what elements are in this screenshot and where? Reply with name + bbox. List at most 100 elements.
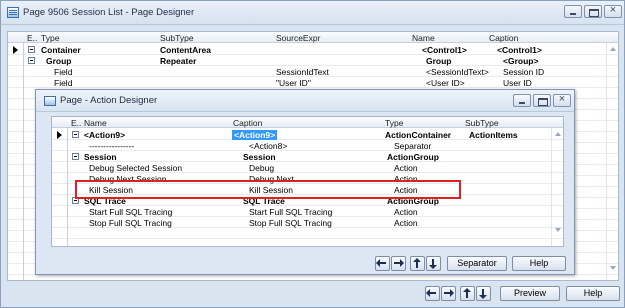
row-selector[interactable] <box>8 154 24 165</box>
row-selector[interactable] <box>52 140 68 151</box>
col-header-type[interactable]: Type <box>41 33 59 43</box>
cell-name[interactable]: Session <box>84 152 117 162</box>
cell-name[interactable]: Stop Full SQL Tracing <box>89 218 172 228</box>
row-selector[interactable] <box>52 184 68 195</box>
cell-name[interactable]: ---------------- <box>89 141 134 151</box>
cell-type[interactable]: Separator <box>394 141 431 151</box>
cell-type[interactable]: Group <box>46 56 72 66</box>
row-selector[interactable] <box>8 99 24 110</box>
cell-subtype[interactable]: ActionItems <box>469 130 518 140</box>
row-selector[interactable] <box>8 88 24 99</box>
cell-caption[interactable]: Session ID <box>503 67 544 77</box>
move-left-button[interactable] <box>375 256 390 271</box>
row-selector[interactable] <box>8 77 24 88</box>
row-selector[interactable] <box>8 66 24 77</box>
scroll-down-icon[interactable] <box>610 266 616 270</box>
cell-type[interactable]: Action <box>394 163 418 173</box>
cell-name[interactable]: Debug Selected Session <box>89 163 182 173</box>
cell-name[interactable]: Group <box>426 56 452 66</box>
vertical-scrollbar[interactable] <box>606 43 618 280</box>
close-button[interactable]: × <box>553 93 571 107</box>
row-selector[interactable] <box>8 143 24 154</box>
action-row[interactable]: ---------------- <Action8> Separator <box>52 140 563 151</box>
separator-button[interactable]: Separator <box>447 256 507 271</box>
table-row[interactable]: Group Repeater Group <Group> <box>8 55 618 66</box>
scroll-down-icon[interactable] <box>555 228 561 232</box>
cell-name[interactable]: <SessionIdText> <box>426 67 489 77</box>
move-left-button[interactable] <box>425 286 440 301</box>
table-row[interactable]: Field SessionIdText <SessionIdText> Session… <box>8 66 618 77</box>
col-header-e[interactable]: E.. <box>27 33 37 43</box>
cell-type[interactable]: ActionContainer <box>385 130 451 140</box>
row-selector[interactable] <box>8 209 24 220</box>
action-row[interactable]: Session Session ActionGroup <box>52 151 563 162</box>
scroll-up-icon[interactable] <box>555 132 561 136</box>
col-header-caption[interactable]: Caption <box>233 118 262 128</box>
row-selector[interactable] <box>8 121 24 132</box>
move-right-button[interactable] <box>391 256 406 271</box>
row-selector[interactable] <box>8 165 24 176</box>
row-selector[interactable] <box>8 44 24 55</box>
cell-caption[interactable]: Stop Full SQL Tracing <box>249 218 332 228</box>
action-designer-titlebar[interactable]: Page - Action Designer × <box>36 90 574 112</box>
col-header-caption[interactable]: Caption <box>489 33 518 43</box>
cell-name[interactable]: <Control1> <box>422 45 467 55</box>
row-selector[interactable] <box>8 187 24 198</box>
action-row[interactable]: Start Full SQL Tracing Start Full SQL Tra… <box>52 206 563 217</box>
cell-source[interactable]: "User ID" <box>276 78 311 88</box>
vertical-scrollbar[interactable] <box>551 128 563 246</box>
row-selector[interactable] <box>8 176 24 187</box>
cell-caption[interactable]: Session <box>243 152 276 162</box>
row-selector[interactable] <box>8 198 24 209</box>
cell-caption[interactable]: <Control1> <box>497 45 542 55</box>
collapse-icon[interactable] <box>72 131 79 138</box>
minimize-button[interactable] <box>564 5 582 18</box>
col-header-subtype[interactable]: SubType <box>160 33 194 43</box>
collapse-icon[interactable] <box>28 46 35 53</box>
col-header-sourceexpr[interactable]: SourceExpr <box>276 33 320 43</box>
collapse-icon[interactable] <box>72 153 79 160</box>
row-selector[interactable] <box>52 217 68 228</box>
row-selector[interactable] <box>8 253 24 264</box>
table-row[interactable]: Container ContentArea <Control1> <Control1> <box>8 44 618 55</box>
row-selector[interactable] <box>8 110 24 121</box>
row-selector[interactable] <box>52 162 68 173</box>
action-row[interactable]: <Action9> <Action9> ActionContainer ActionI… <box>52 129 563 140</box>
cell-caption[interactable]: Start Full SQL Tracing <box>249 207 332 217</box>
cell-subtype[interactable]: Repeater <box>160 56 196 66</box>
cell-type[interactable]: Action <box>394 218 418 228</box>
cell-caption[interactable]: <Group> <box>503 56 538 66</box>
row-selector[interactable] <box>8 242 24 253</box>
table-row[interactable]: Field "User ID" <User ID> User ID <box>8 77 618 88</box>
row-selector[interactable] <box>52 173 68 184</box>
row-selector[interactable] <box>8 220 24 231</box>
col-header-name[interactable]: Name <box>84 118 107 128</box>
move-up-button[interactable] <box>460 286 475 301</box>
close-button[interactable]: × <box>604 4 622 18</box>
row-selector[interactable] <box>52 129 68 140</box>
cell-name[interactable]: Start Full SQL Tracing <box>89 207 172 217</box>
empty-row[interactable] <box>52 228 563 239</box>
col-header-type[interactable]: Type <box>385 118 403 128</box>
maximize-button[interactable] <box>584 5 602 18</box>
scroll-up-icon[interactable] <box>610 47 616 51</box>
cell-type[interactable]: Field <box>54 78 72 88</box>
cell-caption[interactable]: <Action9> <box>232 130 278 140</box>
move-up-button[interactable] <box>410 256 425 271</box>
row-selector[interactable] <box>52 195 68 206</box>
row-selector[interactable] <box>52 151 68 162</box>
action-row[interactable]: Stop Full SQL Tracing Stop Full SQL Traci… <box>52 217 563 228</box>
maximize-button[interactable] <box>533 94 551 107</box>
cell-caption[interactable]: <Action8> <box>249 141 287 151</box>
col-header-e[interactable]: E.. <box>71 118 81 128</box>
inner-help-button[interactable]: Help <box>512 256 566 271</box>
cell-caption[interactable]: Debug <box>249 163 274 173</box>
cell-type[interactable]: Field <box>54 67 72 77</box>
col-header-name[interactable]: Name <box>412 33 435 43</box>
cell-name[interactable]: <User ID> <box>426 78 465 88</box>
col-header-subtype[interactable]: SubType <box>465 118 499 128</box>
row-selector[interactable] <box>52 228 68 239</box>
outer-help-button[interactable]: Help <box>566 286 620 301</box>
cell-source[interactable]: SessionIdText <box>276 67 329 77</box>
preview-button[interactable]: Preview <box>500 286 560 301</box>
